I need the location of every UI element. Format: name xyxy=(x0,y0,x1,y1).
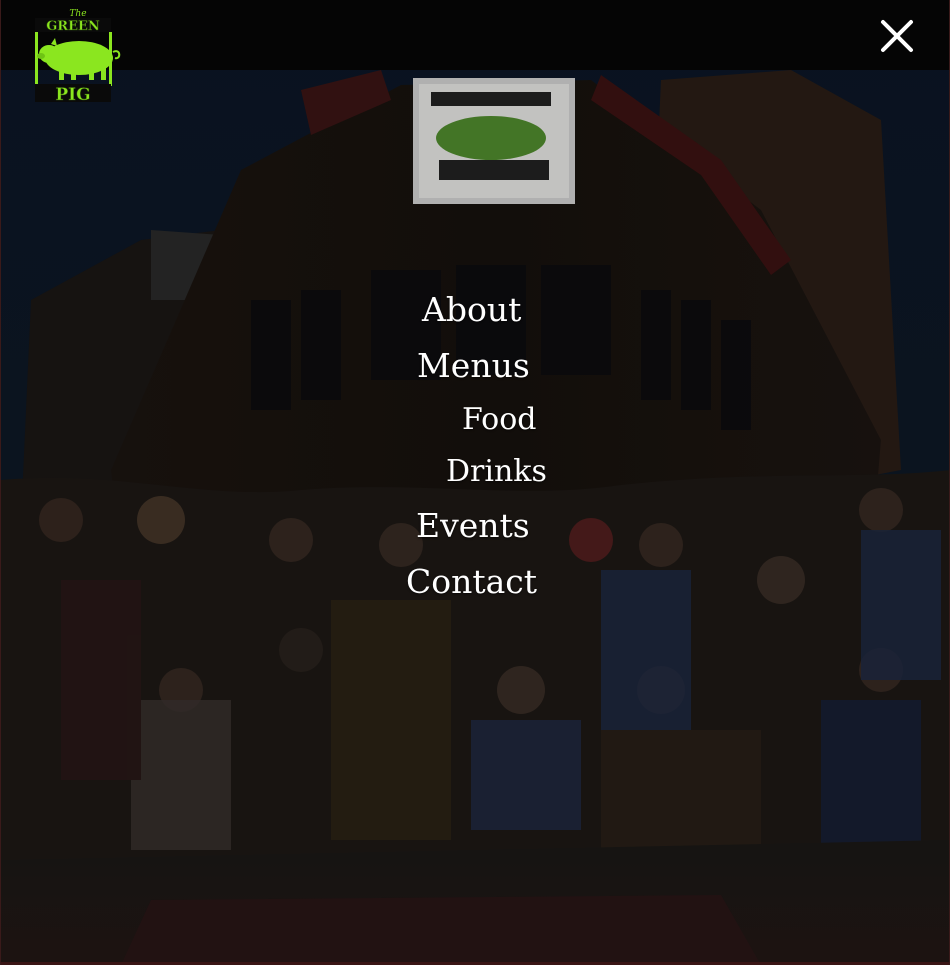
menu-overlay-page: The GREEN PIG About Menus Food Drinks Ev… xyxy=(0,0,950,965)
main-navigation: About Menus Food Drinks Events Contact xyxy=(1,285,949,615)
nav-item-menus[interactable]: Menus xyxy=(417,346,530,386)
nav-subitem-drinks[interactable]: Drinks xyxy=(446,452,547,492)
logo-line2: GREEN xyxy=(46,19,100,34)
nav-item-about[interactable]: About xyxy=(422,290,521,330)
nav-item-events[interactable]: Events xyxy=(416,506,530,546)
close-icon xyxy=(881,20,913,52)
nav-item-contact[interactable]: Contact xyxy=(406,562,537,602)
nav-subitem-food[interactable]: Food xyxy=(462,400,537,440)
close-menu-button[interactable] xyxy=(877,16,917,56)
logo-line3: PIG xyxy=(55,85,90,105)
logo-line1: The xyxy=(69,9,86,19)
header-bar xyxy=(1,0,949,70)
green-pig-logo[interactable]: The GREEN PIG xyxy=(29,6,127,106)
